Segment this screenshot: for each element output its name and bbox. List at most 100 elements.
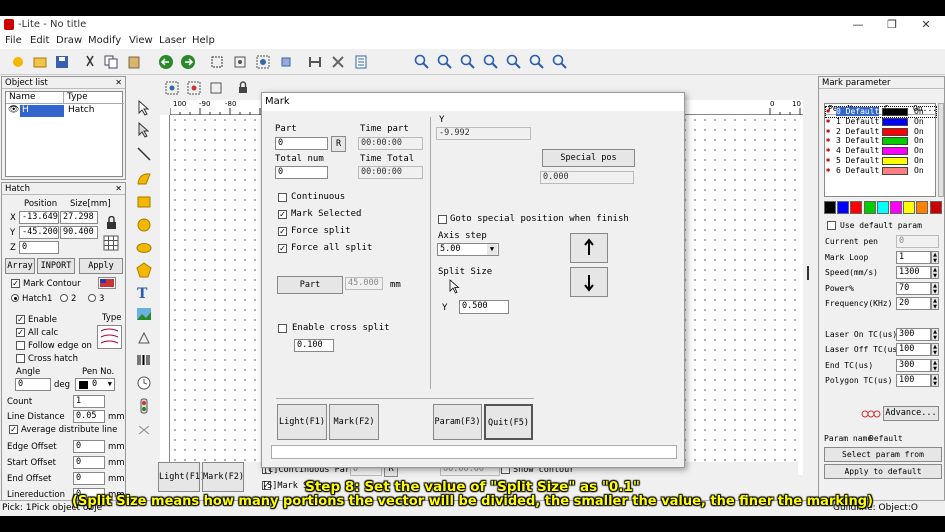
special-pos-button[interactable]: Special pos xyxy=(542,149,635,167)
circle-tool-icon[interactable] xyxy=(136,217,153,233)
speed-spinner[interactable]: ▲ ▼ xyxy=(931,266,939,279)
select-param-library-button[interactable]: Select param from library xyxy=(824,447,942,472)
align-icon[interactable] xyxy=(230,52,249,71)
polygon-tc-spinner[interactable]: ▲ ▼ xyxy=(931,374,939,387)
pen-row[interactable]: ✱ 5 Default On xyxy=(826,156,936,166)
menu-view[interactable]: View xyxy=(129,35,153,46)
barcode-tool-icon[interactable] xyxy=(136,352,153,368)
anchor-grid-icon[interactable] xyxy=(103,235,119,251)
part-field[interactable]: 0 xyxy=(275,137,328,150)
pointer-icon[interactable] xyxy=(136,99,153,116)
menu-help[interactable]: Help xyxy=(192,35,215,46)
splitter-handle[interactable] xyxy=(807,266,809,280)
x-size-field[interactable]: 27.298 xyxy=(60,211,98,224)
split-size-y-field[interactable]: 0.500 xyxy=(459,300,509,314)
image-tool-icon[interactable] xyxy=(136,306,153,322)
average-distribute-checkbox[interactable]: ✓ xyxy=(9,425,18,434)
palette-color-swatch[interactable] xyxy=(863,201,876,214)
goto-special-checkbox[interactable] xyxy=(438,215,447,224)
force-all-split-checkbox[interactable]: ✓ xyxy=(278,244,287,253)
hatch-tool-icon[interactable] xyxy=(305,52,324,71)
hatch3-radio[interactable] xyxy=(88,294,96,302)
select-inverse-icon[interactable] xyxy=(184,78,203,97)
part-diameter-button[interactable]: Part Diameter xyxy=(277,276,343,294)
zoom-fit-icon[interactable] xyxy=(550,52,569,71)
node-pointer-icon[interactable] xyxy=(136,121,153,138)
redo-icon[interactable] xyxy=(178,52,197,71)
array-button[interactable]: Array xyxy=(5,258,35,274)
param-button[interactable]: Param(F3) xyxy=(433,404,482,440)
group-icon[interactable] xyxy=(253,52,272,71)
delay-tool-icon[interactable] xyxy=(136,422,153,438)
axis-step-select[interactable]: 5.00 ▼ xyxy=(437,243,499,256)
laser-on-field[interactable]: 300 xyxy=(896,328,931,341)
menu-file[interactable]: File xyxy=(5,35,22,46)
cross-split-field[interactable]: 0.100 xyxy=(294,339,334,352)
end-tc-field[interactable]: 300 xyxy=(896,359,931,372)
frequency-spinner[interactable]: ▲ ▼ xyxy=(931,297,939,310)
laser-off-spinner[interactable]: ▲ ▼ xyxy=(931,343,939,356)
pen-select[interactable]: 0 ▼ xyxy=(75,378,115,391)
pen-list-scrollbar[interactable] xyxy=(938,103,944,197)
end-tc-spinner[interactable]: ▲ ▼ xyxy=(931,359,939,372)
select-all-icon[interactable] xyxy=(162,78,181,97)
mark-selected-checkbox[interactable]: ✓ xyxy=(278,210,287,219)
palette-color-swatch[interactable] xyxy=(890,201,902,214)
advance-link-icon[interactable] xyxy=(861,409,881,419)
menu-edit[interactable]: Edit xyxy=(30,35,49,46)
line-tool-icon[interactable] xyxy=(136,146,153,162)
open-file-icon[interactable] xyxy=(30,52,49,71)
mark-loop-field[interactable]: 1 xyxy=(896,251,931,264)
polygon-tc-field[interactable]: 100 xyxy=(896,374,931,387)
laser-on-spinner[interactable]: ▲ ▼ xyxy=(931,328,939,341)
pen-row[interactable]: ✱ 2 Default On xyxy=(826,127,936,137)
import-button[interactable]: INPORT xyxy=(37,258,75,274)
zoom-all-icon[interactable] xyxy=(481,52,500,71)
table-row[interactable]: 👁 H Hatch xyxy=(6,105,124,117)
use-default-param-checkbox[interactable] xyxy=(827,221,836,230)
vector-file-icon[interactable] xyxy=(136,330,153,346)
edge-offset-field[interactable]: 0 xyxy=(73,440,105,453)
hatch2-radio[interactable] xyxy=(60,294,68,302)
power-spinner[interactable]: ▲ ▼ xyxy=(931,282,939,295)
palette-color-swatch[interactable] xyxy=(824,201,836,214)
copy-icon[interactable] xyxy=(101,52,120,71)
z-position-field[interactable]: 0 xyxy=(19,241,59,254)
frequency-field[interactable]: 20 xyxy=(896,297,931,310)
text-tool-icon[interactable]: T xyxy=(136,284,153,302)
enable-checkbox[interactable]: ✓ xyxy=(16,315,25,324)
reset-part-button[interactable]: R xyxy=(331,136,346,152)
curve-tool-icon[interactable] xyxy=(136,170,153,186)
lock-icon[interactable] xyxy=(105,215,118,230)
menu-draw[interactable]: Draw xyxy=(56,35,82,46)
pen-row[interactable]: ✱ 1 Default On xyxy=(826,117,936,127)
apply-button[interactable]: Apply xyxy=(79,258,123,274)
zoom-icon[interactable] xyxy=(412,52,431,71)
y-size-field[interactable]: 90.400 xyxy=(60,226,98,239)
x-position-field[interactable]: -13.649 xyxy=(19,211,59,224)
laser-off-field[interactable]: 100 xyxy=(896,343,931,356)
zoom-out-icon[interactable] xyxy=(458,52,477,71)
col-name-header[interactable]: Name xyxy=(6,92,64,104)
advance-button[interactable]: Advance... xyxy=(883,406,939,421)
speed-field[interactable]: 1300 xyxy=(896,266,931,279)
force-split-checkbox[interactable]: ✓ xyxy=(278,227,287,236)
cut-icon[interactable] xyxy=(80,52,99,71)
continuous-checkbox[interactable] xyxy=(278,193,287,202)
hatch-type-icon[interactable] xyxy=(97,325,122,349)
menu-laser[interactable]: Laser xyxy=(159,35,186,46)
zoom-in-icon[interactable] xyxy=(435,52,454,71)
hatch1-radio[interactable] xyxy=(11,294,19,302)
total-num-field[interactable]: 0 xyxy=(275,166,328,179)
minimize-icon[interactable]: — xyxy=(848,18,868,32)
mark-button[interactable]: Mark(F2) xyxy=(329,404,379,440)
cross-hatch-checkbox[interactable] xyxy=(16,354,25,363)
undo-icon[interactable] xyxy=(156,52,175,71)
palette-color-swatch[interactable] xyxy=(850,201,863,214)
zoom-page-icon[interactable] xyxy=(527,52,546,71)
ellipse-tool-icon[interactable] xyxy=(136,240,153,256)
start-offset-field[interactable]: 0 xyxy=(73,456,105,469)
pen-row[interactable]: ✱ 0 Default On xyxy=(825,106,937,118)
palette-color-swatch[interactable] xyxy=(903,201,916,214)
power-field[interactable]: 70 xyxy=(896,282,931,295)
